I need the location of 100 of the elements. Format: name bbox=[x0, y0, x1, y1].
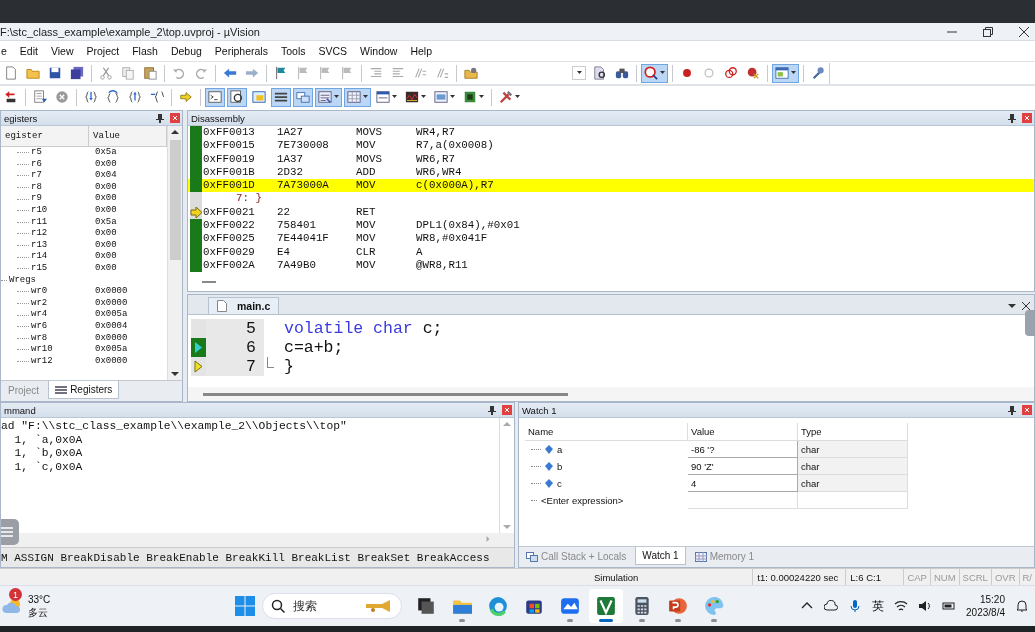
operands: WR6,WR4 bbox=[416, 165, 462, 180]
notification-badge: 1 bbox=[9, 588, 22, 601]
watch-value[interactable]: -86 '? bbox=[688, 441, 798, 458]
pin-icon[interactable] bbox=[1008, 113, 1016, 123]
mnemonic: MOV bbox=[356, 179, 377, 193]
register-value: 0x0000 bbox=[94, 355, 129, 368]
register-name: wr0 bbox=[31, 286, 48, 298]
menu-item[interactable]: Window bbox=[360, 45, 405, 57]
palette-icon bbox=[704, 596, 724, 616]
comment-icon bbox=[413, 66, 427, 80]
uncomment-icon bbox=[435, 66, 449, 80]
microphone-icon[interactable] bbox=[848, 599, 863, 613]
add-expression-row[interactable]: <Enter expression> bbox=[541, 494, 624, 506]
volume-icon[interactable] bbox=[918, 599, 933, 613]
cloud-icon[interactable] bbox=[824, 599, 839, 613]
close-icon[interactable] bbox=[1022, 302, 1030, 310]
analyzer-icon bbox=[405, 90, 419, 104]
watch-button[interactable] bbox=[315, 87, 342, 107]
close-icon[interactable] bbox=[1019, 26, 1029, 37]
stop-icon bbox=[55, 90, 69, 104]
register-name: r5 bbox=[31, 147, 42, 159]
register-value: 0x04 bbox=[94, 170, 118, 182]
line-number: 6 bbox=[206, 338, 264, 357]
dropdown-icon[interactable] bbox=[1008, 302, 1016, 310]
panel-title: egisters bbox=[4, 112, 38, 124]
pin-icon[interactable] bbox=[156, 113, 164, 123]
terminal-button[interactable] bbox=[205, 87, 225, 107]
file-tab[interactable]: main.c bbox=[208, 297, 280, 314]
memory-button[interactable] bbox=[344, 87, 371, 107]
watch-type: char bbox=[798, 475, 908, 492]
reset-icon bbox=[4, 90, 18, 104]
input-method[interactable]: 英 bbox=[872, 597, 885, 615]
restore-icon[interactable] bbox=[983, 26, 993, 37]
wifi-icon[interactable] bbox=[894, 599, 909, 613]
redo-icon bbox=[194, 66, 208, 80]
bell-icon[interactable] bbox=[1015, 599, 1029, 613]
clock-time[interactable]: 15:20 bbox=[979, 593, 1005, 606]
menu-item[interactable]: Project bbox=[86, 45, 127, 57]
coverage-mark bbox=[190, 126, 202, 140]
scroll-up-icon[interactable] bbox=[171, 129, 179, 135]
pin-icon[interactable] bbox=[1008, 405, 1016, 415]
panel-tab[interactable]: Registers bbox=[48, 381, 120, 399]
menu-item[interactable]: Tools bbox=[280, 45, 313, 57]
operands: WR6,R7 bbox=[416, 152, 455, 166]
registers-icon bbox=[274, 90, 288, 104]
watch-name: b bbox=[557, 460, 563, 472]
debug-button[interactable] bbox=[641, 63, 668, 83]
window-button[interactable] bbox=[772, 63, 799, 83]
register-name: r13 bbox=[31, 239, 48, 252]
caret-icon bbox=[791, 71, 796, 75]
menu-button[interactable] bbox=[1, 519, 19, 545]
trumpet-icon bbox=[365, 599, 393, 613]
column-header[interactable]: egister bbox=[1, 126, 89, 146]
search-field[interactable]: 搜索 bbox=[262, 593, 402, 619]
scroll-thumb[interactable] bbox=[202, 281, 216, 284]
menu-item[interactable]: SVCS bbox=[318, 45, 355, 57]
register-value: 0x0000 bbox=[94, 332, 129, 345]
scrollbar[interactable] bbox=[167, 126, 182, 380]
menu-item[interactable]: Help bbox=[410, 45, 440, 57]
opcode: 7E730008 bbox=[277, 139, 330, 153]
register-name: r6 bbox=[31, 158, 42, 171]
menu-item[interactable]: Debug bbox=[170, 45, 209, 57]
start-icon[interactable] bbox=[234, 595, 256, 617]
menu-item[interactable]: Edit bbox=[19, 45, 45, 57]
register-name: wr8 bbox=[31, 332, 48, 345]
disassembly-button[interactable] bbox=[227, 87, 247, 107]
viewer-icon bbox=[434, 90, 448, 104]
clock-date[interactable]: 2023/8/4 bbox=[966, 606, 1005, 619]
browser-icon bbox=[488, 596, 508, 616]
mnemonic: MOVS bbox=[356, 126, 383, 140]
register-value: 0x0000 bbox=[94, 297, 129, 310]
panel-tab[interactable]: Watch 1 bbox=[635, 547, 686, 565]
call-stack-button[interactable] bbox=[293, 87, 313, 107]
register-group[interactable]: Wregs bbox=[9, 274, 36, 287]
register-value: 0x00 bbox=[94, 204, 118, 217]
column-header[interactable]: Value bbox=[89, 126, 167, 146]
registers-button[interactable] bbox=[271, 87, 291, 107]
caret-icon bbox=[576, 71, 582, 75]
menu-item[interactable]: e bbox=[0, 45, 14, 57]
menu-item[interactable]: Flash bbox=[132, 45, 165, 57]
side-panel-handle[interactable] bbox=[1025, 310, 1035, 336]
weather-condition: 多云 bbox=[28, 606, 49, 619]
menu-item[interactable]: Peripherals bbox=[214, 45, 275, 57]
left-arrow-icon bbox=[223, 66, 237, 80]
opcode: 758401 bbox=[277, 219, 317, 233]
panel-title: mmand bbox=[4, 404, 36, 416]
calculator-icon bbox=[632, 596, 652, 616]
scroll-thumb[interactable] bbox=[203, 392, 568, 396]
pin-icon[interactable] bbox=[488, 405, 496, 415]
menu-item[interactable]: View bbox=[50, 45, 81, 57]
battery-icon[interactable] bbox=[942, 599, 957, 613]
register-name: r9 bbox=[31, 193, 42, 205]
window-icon bbox=[775, 66, 789, 80]
caret-icon bbox=[660, 71, 665, 75]
watch-value[interactable]: 4 bbox=[688, 475, 798, 492]
watch-value[interactable]: 90 'Z' bbox=[688, 458, 798, 475]
operands: R7,a(0x0008) bbox=[416, 139, 494, 153]
register-name: wr12 bbox=[31, 355, 53, 368]
scroll-down-icon[interactable] bbox=[171, 371, 179, 377]
clipboard-icon bbox=[143, 66, 157, 80]
